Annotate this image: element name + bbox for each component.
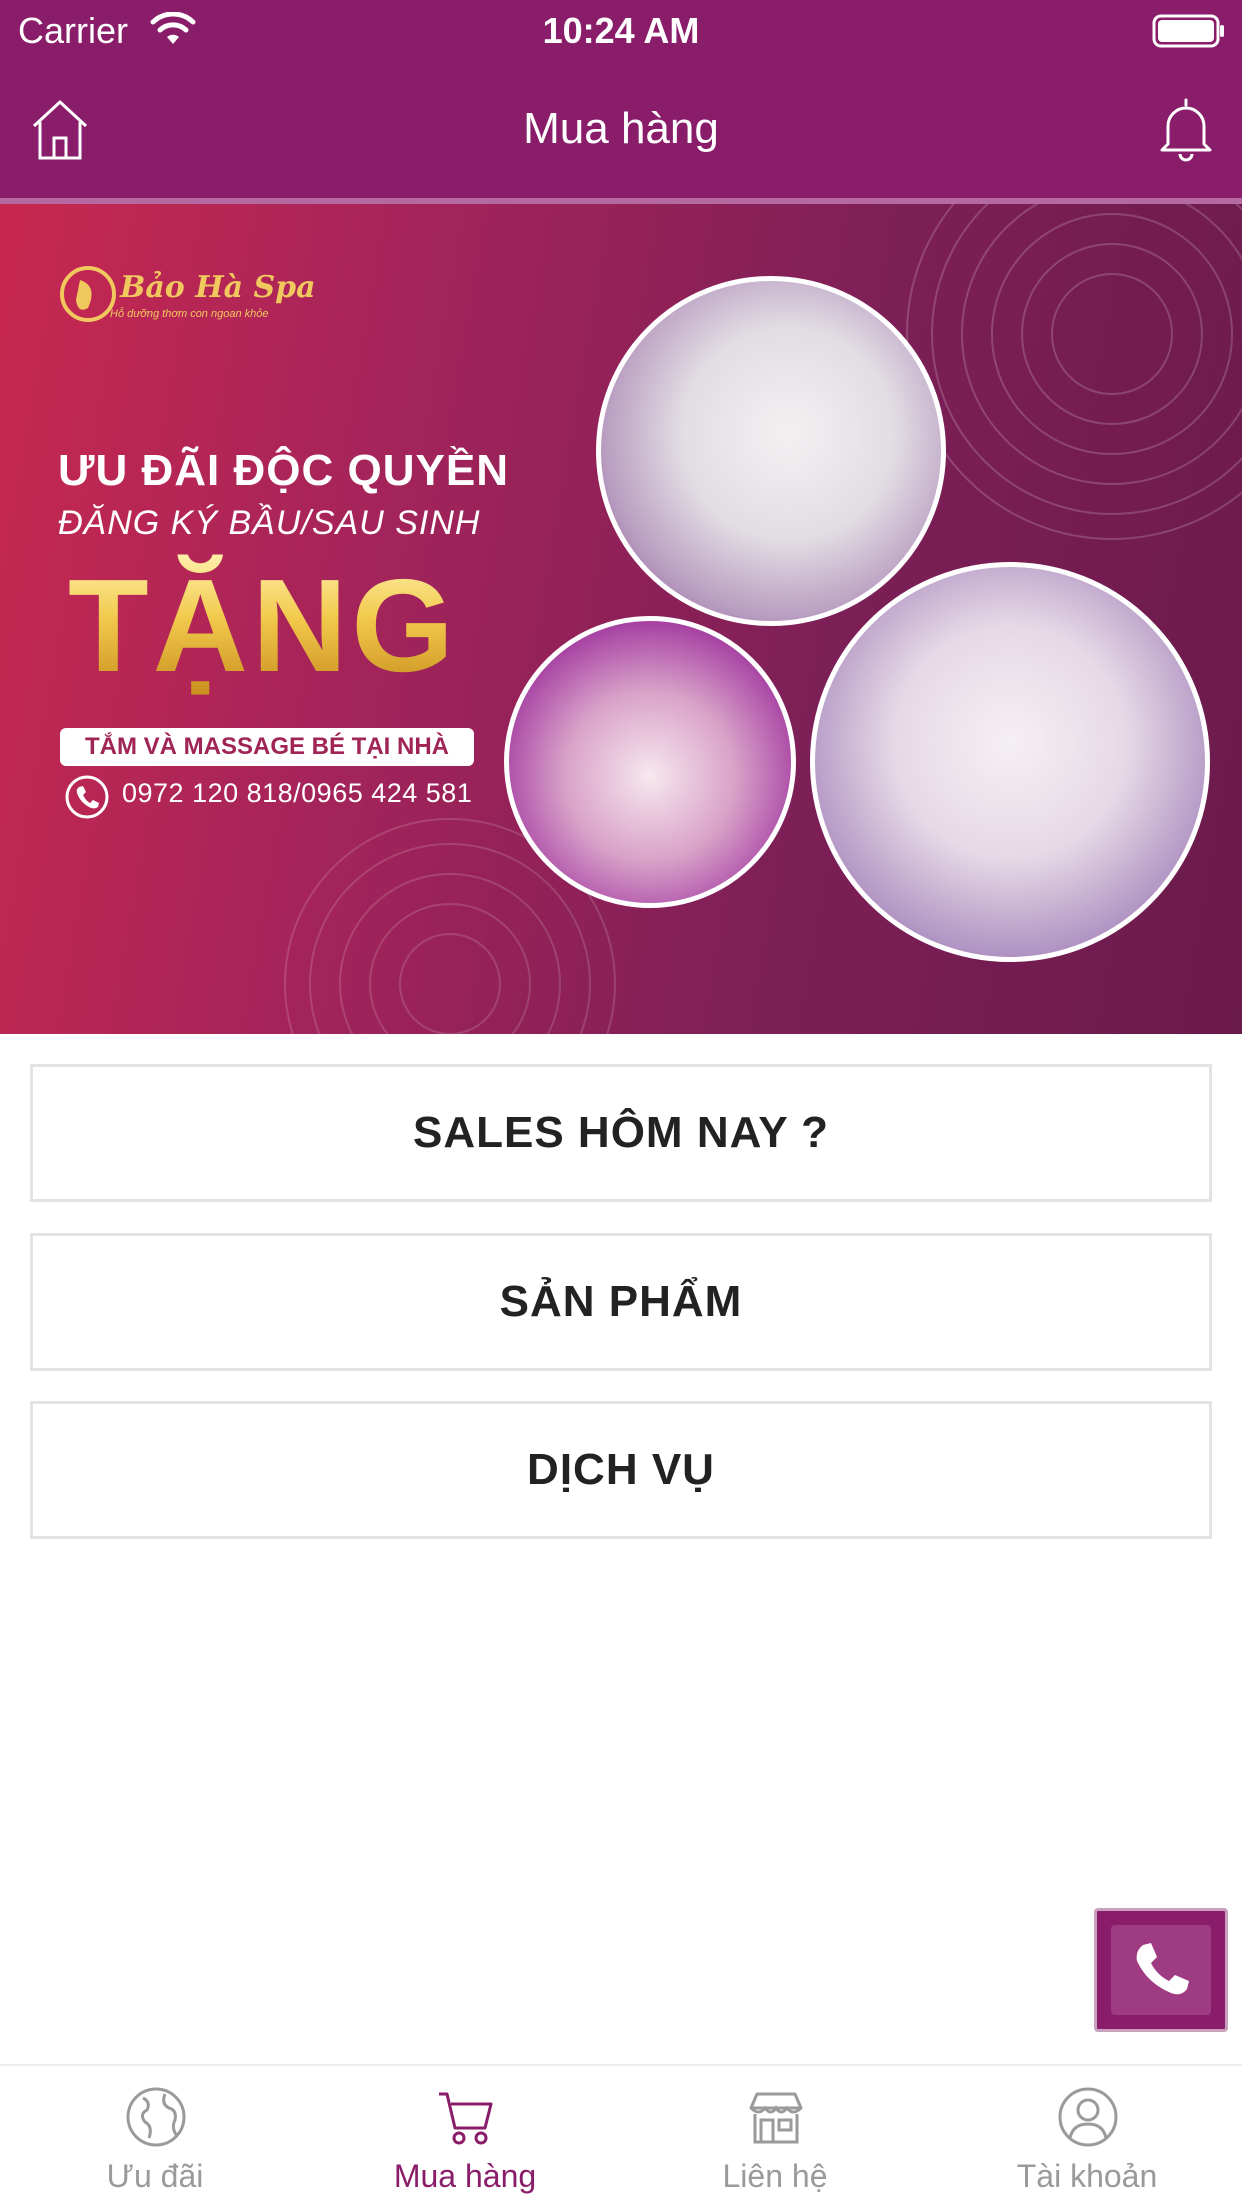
tab-bar: Ưu đãi Mua hàng Liên hệ Tài khoản (0, 2064, 1242, 2208)
photo-pregnant-mother (810, 562, 1210, 962)
logo-tagline: Hỗ dưỡng thơm con ngoan khỏe (110, 308, 269, 320)
tab-label: Ưu đãi (106, 2158, 204, 2194)
tab-tai-khoan[interactable]: Tài khoản (932, 2066, 1242, 2208)
sales-today-button[interactable]: SALES HÔM NAY ? (30, 1064, 1212, 1202)
offer-subheading: ĐĂNG KÝ BẦU/SAU SINH (58, 504, 481, 542)
tab-mua-hang[interactable]: Mua hàng (310, 2066, 620, 2208)
user-icon (1058, 2087, 1118, 2147)
navigation-bar: Mua hàng (0, 60, 1242, 198)
globe-icon (126, 2087, 186, 2147)
cart-icon (439, 2092, 493, 2145)
bell-icon[interactable] (1156, 96, 1216, 162)
logo-text: Bảo Hà Spa (120, 270, 316, 305)
services-button[interactable]: DỊCH VỤ (30, 1401, 1212, 1539)
tab-label: Liên hệ (722, 2158, 828, 2194)
tab-lien-he[interactable]: Liên hệ (620, 2066, 930, 2208)
tab-uu-dai[interactable]: Ưu đãi (0, 2066, 310, 2208)
gift-detail: TẮM VÀ MASSAGE BÉ TẠI NHÀ (60, 728, 474, 766)
promo-banner[interactable]: Bảo Hà Spa Hỗ dưỡng thơm con ngoan khỏe … (0, 204, 1242, 1034)
phone-icon (1136, 1943, 1189, 1995)
decorative-rings (906, 204, 1242, 540)
tab-label: Tài khoản (1016, 2158, 1158, 2194)
store-icon (749, 2092, 803, 2144)
clock: 10:24 AM (542, 10, 700, 51)
status-bar: Carrier 10:24 AM (0, 0, 1242, 60)
battery-icon (1152, 14, 1224, 48)
page-title: Mua hàng (523, 104, 719, 153)
call-button[interactable] (1094, 1908, 1228, 2032)
photo-baby-care (596, 276, 946, 626)
photo-massage (504, 616, 796, 908)
offer-heading: ƯU ĐÃI ĐỘC QUYỀN (58, 446, 509, 495)
contact-phones: 0972 120 818/0965 424 581 (122, 778, 473, 808)
gift-heading: TẶNG (68, 552, 458, 699)
products-button[interactable]: SẢN PHẨM (30, 1233, 1212, 1371)
phone-icon (65, 775, 109, 819)
tab-label: Mua hàng (393, 2158, 537, 2194)
